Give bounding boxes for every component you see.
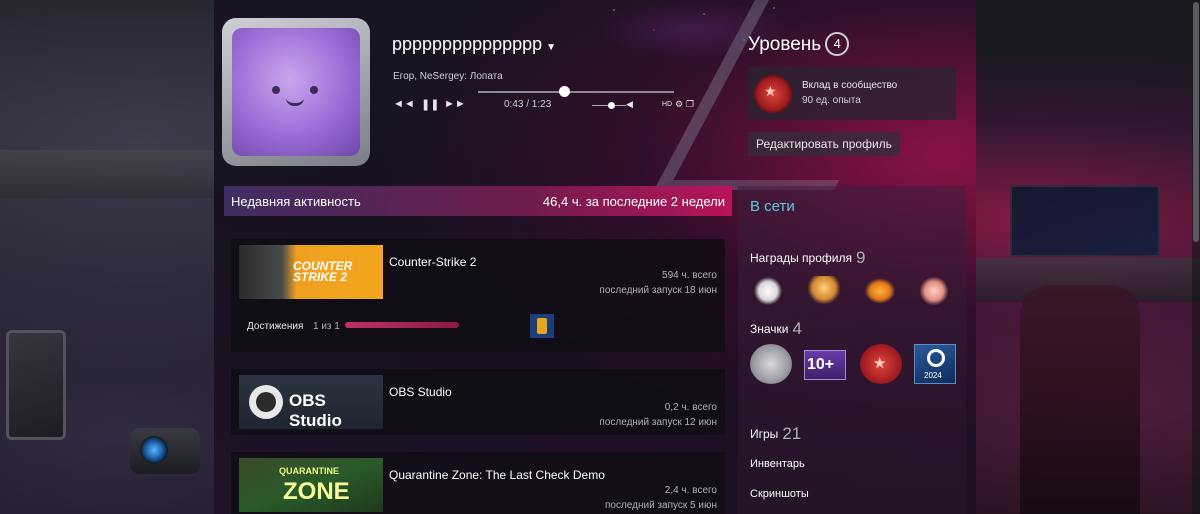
page-scrollbar[interactable]: [1192, 0, 1200, 514]
obs-logo-icon: [249, 385, 283, 419]
game-row-quarantine-zone[interactable]: QUARANTINE ZONE Quarantine Zone: The Las…: [231, 452, 725, 514]
screenshots-link[interactable]: Скриншоты: [750, 488, 809, 500]
achievements-count: 1 из 1: [313, 321, 340, 332]
qz-capsule-main: ZONE: [283, 478, 350, 505]
achievement-icon[interactable]: [530, 314, 554, 338]
game-name[interactable]: Counter-Strike 2: [389, 255, 476, 269]
games-link[interactable]: Игры 21: [750, 424, 801, 444]
game-hours: 594 ч. всего: [662, 270, 717, 281]
game-name[interactable]: OBS Studio: [389, 385, 452, 399]
badge-community-seal-icon[interactable]: ★: [860, 344, 902, 384]
badges-count: 4: [792, 319, 802, 338]
chevron-down-icon: ▼: [546, 42, 557, 53]
level-value: 4: [825, 32, 850, 56]
favorite-badge-name: Вклад в сообщество: [802, 80, 898, 91]
award-brain-icon[interactable]: [916, 276, 952, 306]
recent-activity-title: Недавняя активность: [231, 194, 361, 209]
game-name[interactable]: Quarantine Zone: The Last Check Demo: [389, 468, 605, 482]
favorite-badge-xp: 90 ед. опыта: [802, 95, 861, 106]
profile-sidebar: В сети Награды профиля 9 Значки 4 10+ ★ 20…: [738, 186, 966, 514]
game-hours: 2,4 ч. всего: [664, 485, 717, 496]
hd-icon[interactable]: HD: [662, 101, 672, 108]
award-dog-icon[interactable]: [862, 276, 898, 306]
track-title: Егор, NeSergey: Лопата: [393, 71, 503, 82]
awards-label: Награды профиля: [750, 251, 852, 265]
cs2-capsule-text: COUNTER STRIKE 2: [293, 259, 353, 284]
online-status: В сети: [750, 198, 795, 215]
profile-awards-link[interactable]: Награды профиля 9: [750, 248, 865, 268]
badge-years-text: 10+: [807, 356, 835, 373]
obs-capsule-text: OBS Studio: [289, 391, 342, 430]
game-last-played: последний запуск 12 июн: [599, 417, 717, 428]
badges-link[interactable]: Значки 4: [750, 319, 802, 339]
badge-year-text: 2024: [924, 371, 942, 380]
track-time: 0:43 / 1:23: [504, 99, 552, 110]
award-deer-icon[interactable]: [750, 276, 786, 306]
volume-icon[interactable]: ◀: [626, 99, 633, 110]
username-dropdown[interactable]: ppppppppppppppp ▼: [392, 34, 556, 55]
gear-icon[interactable]: ⚙: [675, 99, 683, 110]
avatar[interactable]: [222, 18, 370, 166]
seek-bar[interactable]: [478, 91, 674, 93]
badges-label: Значки: [750, 322, 789, 336]
games-label: Игры: [750, 427, 779, 441]
popout-icon[interactable]: ❐: [686, 99, 694, 110]
avatar-slime-face: [232, 28, 360, 156]
volume-handle[interactable]: [607, 102, 615, 109]
community-seal-icon: ★: [756, 77, 790, 111]
background-chair: [1020, 285, 1140, 514]
badge-steam-2024-icon[interactable]: 2024: [914, 344, 956, 384]
username-text: ppppppppppppppp: [392, 34, 543, 54]
edit-profile-button[interactable]: Редактировать профиль: [748, 132, 900, 156]
game-row-obs[interactable]: OBS Studio OBS Studio 0,2 ч. всего после…: [231, 369, 725, 435]
cs2-capsule[interactable]: COUNTER STRIKE 2: [239, 245, 383, 299]
achievements-label[interactable]: Достижения: [247, 321, 303, 332]
obs-capsule[interactable]: OBS Studio: [239, 375, 383, 430]
background-monitor: [6, 330, 66, 440]
recent-activity-summary: 46,4 ч. за последние 2 недели: [542, 194, 725, 209]
pause-icon[interactable]: ❚❚: [421, 98, 439, 111]
background-screen: [1010, 185, 1160, 257]
rewind-icon[interactable]: ◄◄: [393, 98, 415, 110]
game-hours: 0,2 ч. всего: [664, 402, 717, 413]
background-projector: [130, 428, 200, 474]
award-dragon-icon[interactable]: [806, 276, 842, 306]
game-last-played: последний запуск 18 июн: [599, 285, 717, 296]
game-row-cs2[interactable]: COUNTER STRIKE 2 Counter-Strike 2 594 ч.…: [231, 239, 725, 352]
badge-years-icon[interactable]: 10+: [804, 350, 846, 380]
recent-activity-header: Недавняя активность 46,4 ч. за последние…: [224, 186, 732, 216]
badge-silver-icon[interactable]: [750, 344, 792, 384]
awards-count: 9: [855, 248, 866, 267]
inventory-link[interactable]: Инвентарь: [750, 458, 805, 470]
favorite-badge[interactable]: ★ Вклад в сообщество 90 ед. опыта: [748, 67, 956, 120]
level-label: Уровень: [748, 34, 822, 55]
level-heading: Уровень 4: [748, 32, 850, 56]
achievements-progress-bar: [345, 322, 459, 328]
background-shelf: [0, 150, 214, 198]
forward-icon[interactable]: ►►: [444, 98, 466, 110]
game-last-played: последний запуск 5 июн: [604, 500, 717, 511]
quarantine-zone-capsule[interactable]: QUARANTINE ZONE: [239, 458, 383, 512]
qz-capsule-top: QUARANTINE: [279, 466, 339, 476]
games-count: 21: [782, 424, 802, 443]
